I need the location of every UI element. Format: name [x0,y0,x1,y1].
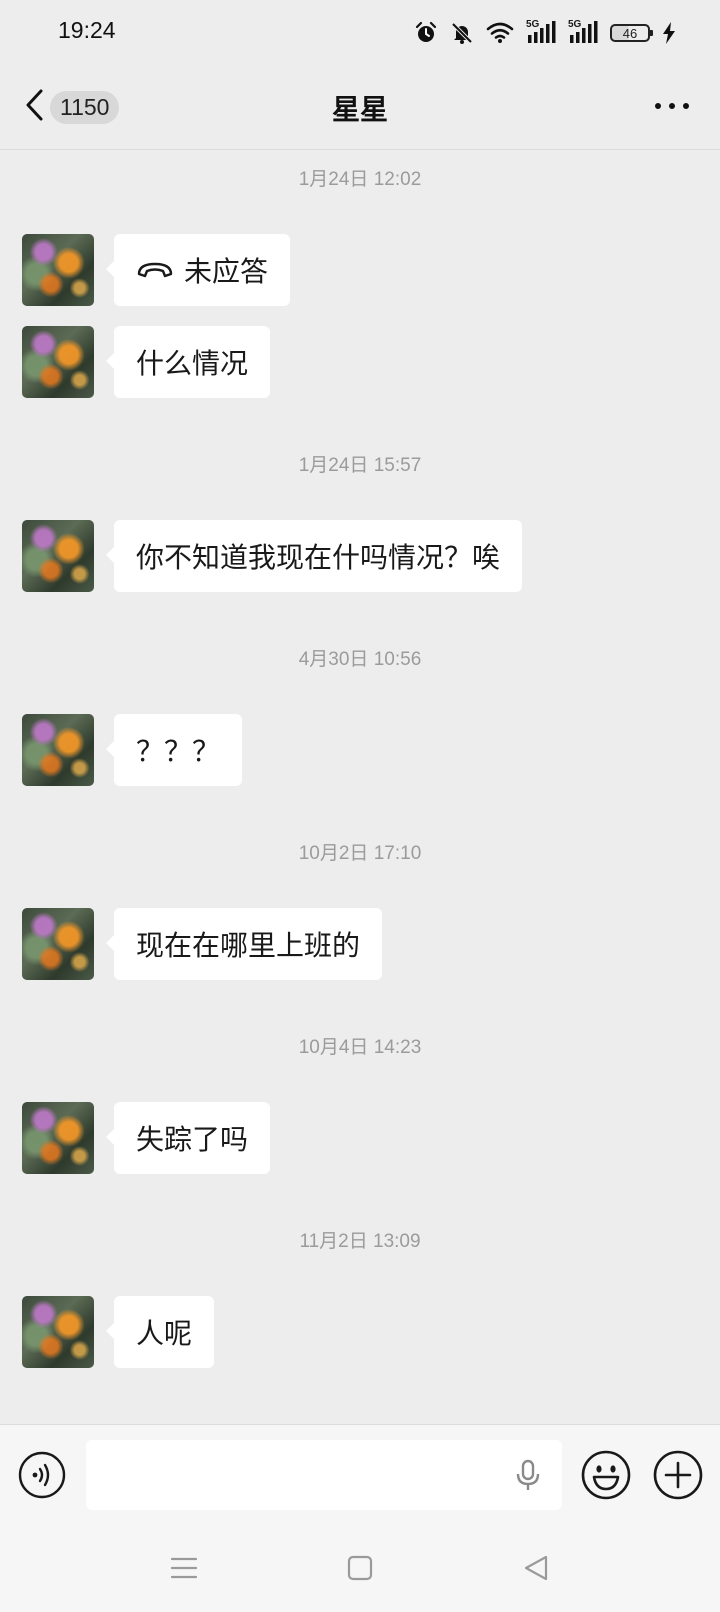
message-text: ？？？ [136,735,221,768]
message-input[interactable] [86,1440,562,1510]
status-time: 19:24 [58,17,116,43]
smiley-icon [580,1450,632,1505]
text-message-bubble[interactable]: 什么情况 [105,326,271,398]
input-bar [0,1424,720,1524]
wifi-icon [486,22,514,44]
charging-icon [662,22,676,44]
chat-header: 1150 星星 [0,66,720,150]
status-icons: 5G 5G 46 [414,18,676,48]
message-row: 你不知道我现在什吗情况？唉 [22,520,523,592]
message-row: 未应答 [22,234,291,306]
message-timestamp: 1月24日 12:02 [298,169,422,190]
chat-title: 星星 [331,93,388,126]
message-text: 人呢 [136,1317,193,1350]
home-square-icon [344,1555,376,1588]
message-text: 什么情况 [136,347,249,380]
text-message-bubble[interactable]: 失踪了吗 [105,1102,271,1174]
hang-up-phone-icon [136,260,174,280]
microphone-icon[interactable] [514,1459,542,1493]
avatar[interactable] [22,908,94,980]
more-button[interactable] [650,96,694,116]
voice-input-button[interactable] [18,1451,66,1499]
plus-circle-icon [652,1450,704,1505]
avatar[interactable] [22,326,94,398]
message-row: 现在在哪里上班的 [22,908,383,980]
message-text: 你不知道我现在什吗情况？唉 [136,541,501,574]
status-bar: 19:24 5G 5G 46 [0,0,720,66]
signal-5g-icon-1: 5G [526,19,556,45]
message-timestamp: 10月4日 14:23 [298,1037,422,1058]
message-row: 什么情况 [22,326,271,398]
text-message-bubble[interactable]: 你不知道我现在什吗情况？唉 [105,520,523,592]
back-nav-button[interactable] [520,1552,552,1584]
bell-muted-icon [450,21,474,45]
battery-icon: 46 [610,24,653,42]
message-list[interactable]: 1月24日 12:02 未应答 什么情况 1月24日 15:57 你不知道我现在… [0,150,720,1424]
back-triangle-icon [520,1555,552,1588]
call-message-bubble[interactable]: 未应答 [105,234,291,306]
avatar[interactable] [22,520,94,592]
avatar[interactable] [22,1102,94,1174]
recent-apps-button[interactable] [168,1552,200,1584]
message-row: 人呢 [22,1296,215,1368]
emoji-button[interactable] [580,1449,632,1501]
signal-5g-icon-2: 5G [568,19,598,45]
message-row: ？？？ [22,714,243,786]
alarm-icon [414,21,438,45]
text-message-bubble[interactable]: 人呢 [105,1296,215,1368]
avatar[interactable] [22,234,94,306]
message-timestamp: 11月2日 13:09 [299,1231,421,1252]
voice-wave-icon [18,1451,66,1503]
avatar[interactable] [22,714,94,786]
more-functions-button[interactable] [652,1449,704,1501]
message-text: 失踪了吗 [136,1123,249,1156]
message-timestamp: 1月24日 15:57 [298,455,422,476]
message-timestamp: 4月30日 10:56 [298,649,422,670]
home-button[interactable] [344,1552,376,1584]
message-row: 失踪了吗 [22,1102,271,1174]
system-nav-bar [0,1524,720,1612]
message-text: 现在在哪里上班的 [136,929,361,962]
menu-lines-icon [168,1557,200,1588]
message-timestamp: 10月2日 17:10 [298,843,422,864]
more-dots-icon [650,101,694,120]
text-message-bubble[interactable]: 现在在哪里上班的 [105,908,383,980]
avatar[interactable] [22,1296,94,1368]
text-message-bubble[interactable]: ？？？ [105,714,243,786]
call-status-text: 未应答 [184,255,269,288]
